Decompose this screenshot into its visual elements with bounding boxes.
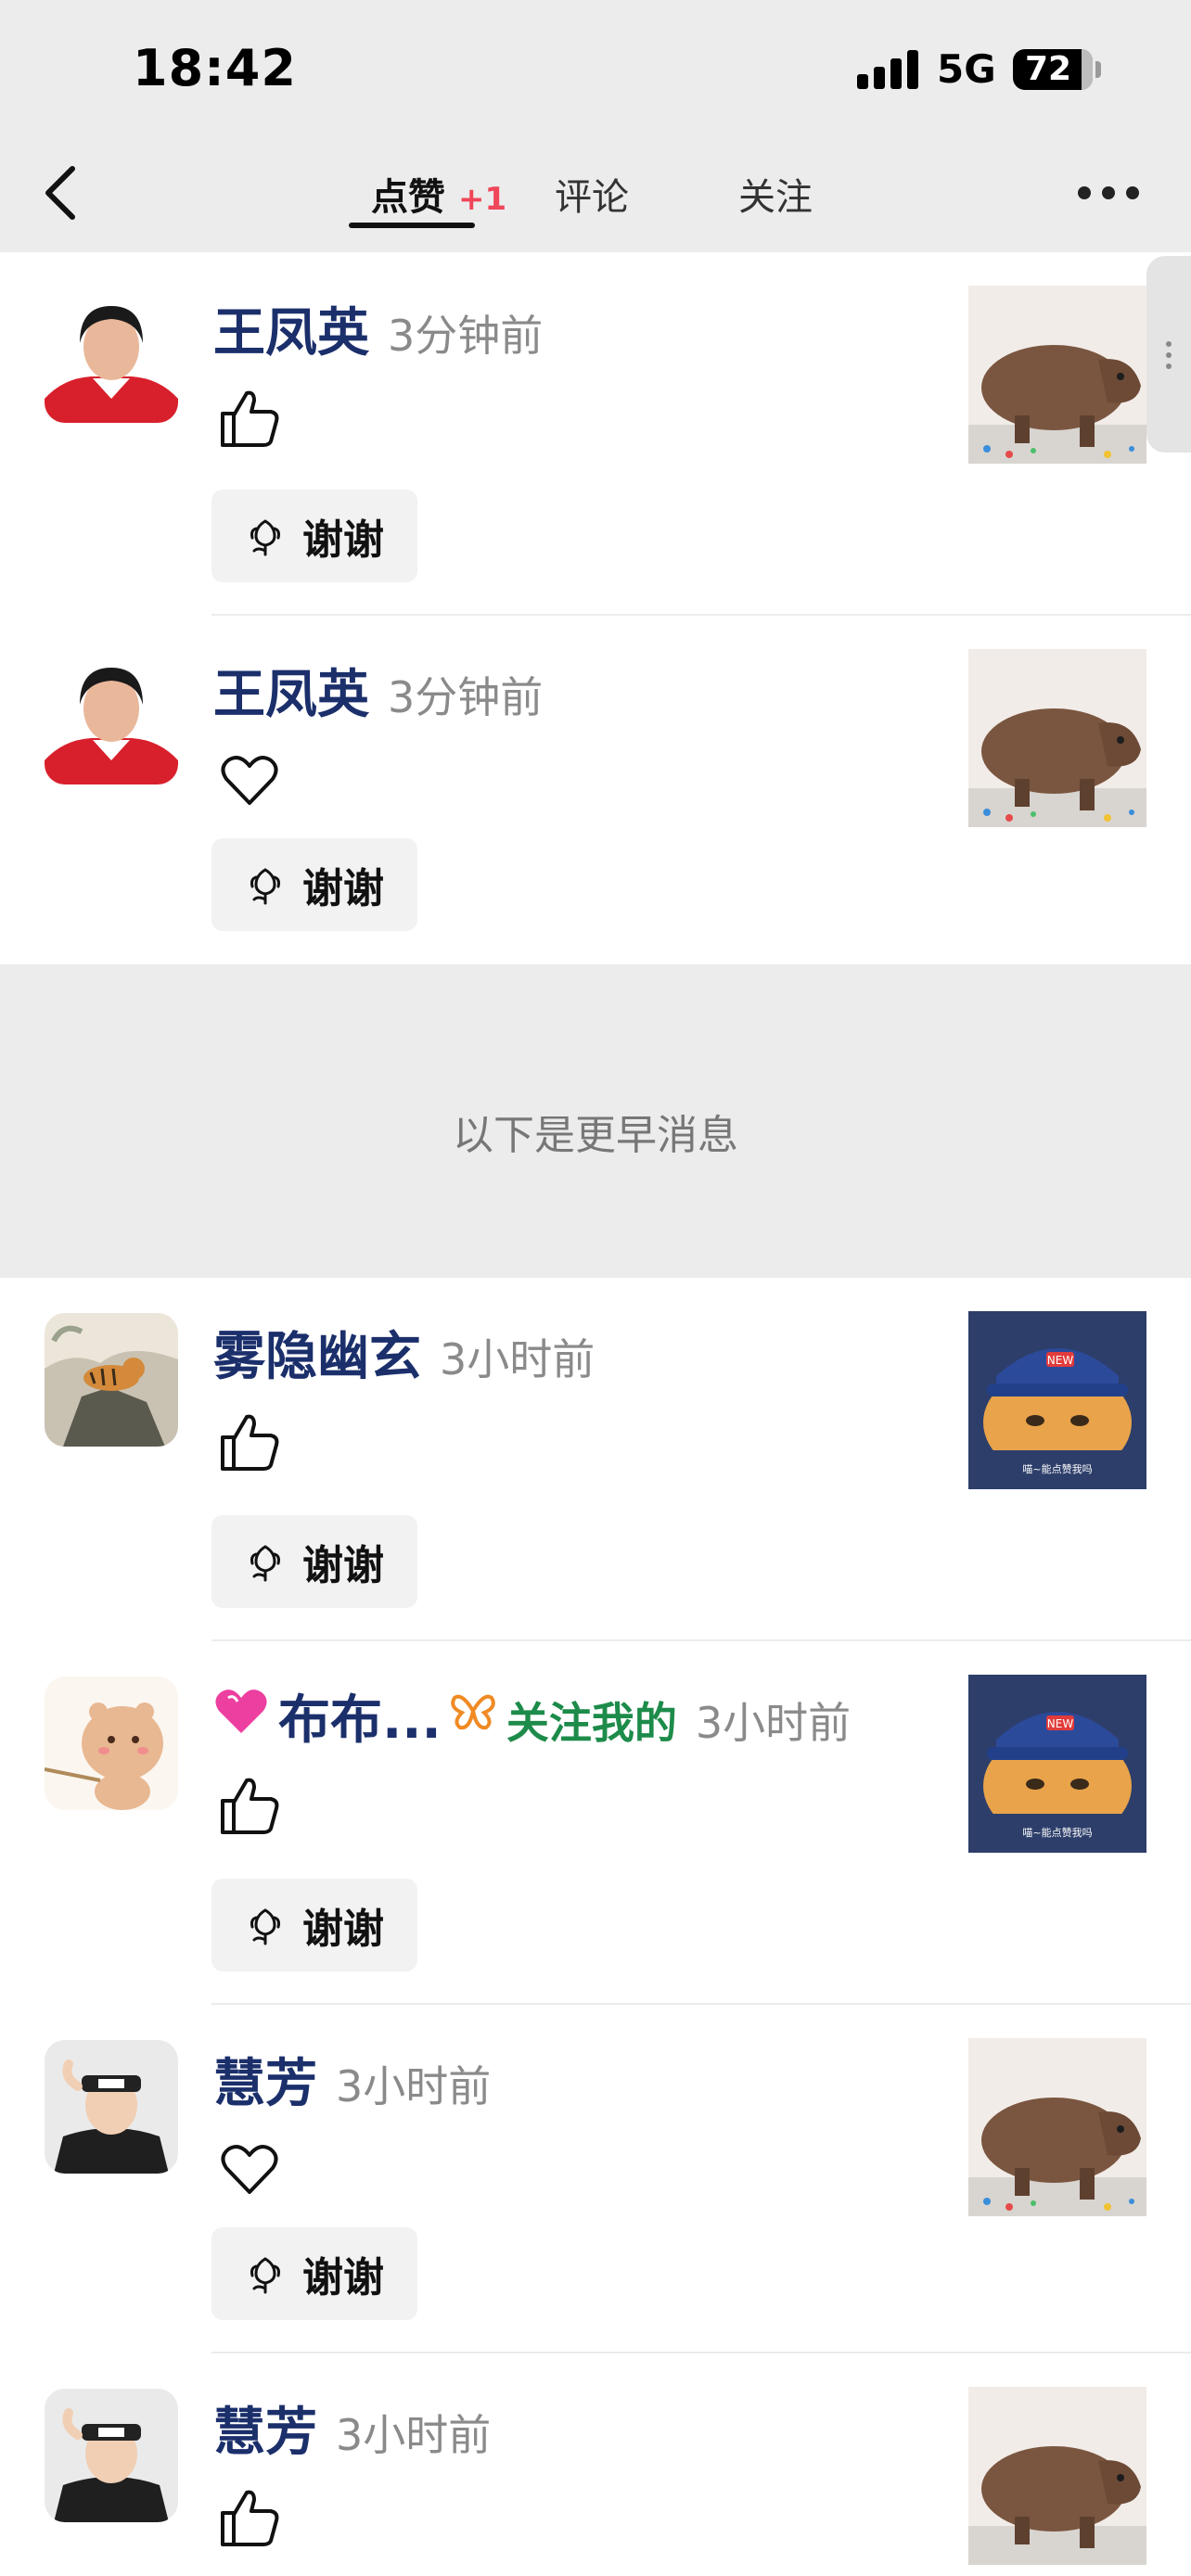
thumbs-up-icon xyxy=(217,386,282,451)
thanks-label: 谢谢 xyxy=(302,865,384,912)
user-name[interactable]: 慧芳 xyxy=(213,2042,317,2117)
flower-icon xyxy=(250,2257,280,2294)
post-thumbnail[interactable]: NEW 喵~能点赞我吗 xyxy=(968,1311,1146,1489)
battery-tip xyxy=(1095,61,1101,78)
list-item: 慧芳 3小时前 xyxy=(0,2353,1191,2576)
thanks-label: 谢谢 xyxy=(302,1906,384,1953)
time-ago: 3小时前 xyxy=(695,1698,852,1748)
thumbnail-caption: 喵~能点赞我吗 xyxy=(1022,1826,1092,1839)
time-ago: 3小时前 xyxy=(336,2061,492,2111)
battery-level: 72 xyxy=(1024,50,1072,88)
thumbs-up-icon xyxy=(217,2485,282,2550)
new-count-badge: +1 xyxy=(458,181,507,218)
flower-icon xyxy=(250,1545,280,1582)
user-line: 慧芳 3小时前 xyxy=(213,2042,491,2114)
battery-icon: 72 xyxy=(1013,49,1093,90)
user-line: 布布... 关注我的 3小时前 xyxy=(213,1678,851,1751)
user-line: 慧芳 3小时前 xyxy=(213,2391,491,2463)
avatar[interactable] xyxy=(45,1677,178,1810)
top-bar: 18:42 5G 72 点赞 +1 评论 关注 xyxy=(0,0,1191,252)
list-item: 雾隐幽玄 3小时前 谢谢 NEW 喵~能点赞我吗 xyxy=(0,1278,1191,1641)
tab-likes-label: 点赞 xyxy=(371,176,445,219)
user-name[interactable]: 雾隐幽玄 xyxy=(213,1315,421,1390)
thumbs-up-icon xyxy=(217,1773,282,1838)
thanks-button[interactable]: 谢谢 xyxy=(211,1515,417,1608)
earlier-messages-separator: 以下是更早消息 xyxy=(0,964,1191,1278)
status-time: 18:42 xyxy=(133,39,297,97)
tab-follows[interactable]: 关注 xyxy=(738,167,813,221)
separator-label: 以下是更早消息 xyxy=(453,1112,738,1159)
follows-me-tag: 关注我的 xyxy=(506,1698,677,1748)
signal-icon xyxy=(857,48,920,89)
post-thumbnail[interactable] xyxy=(968,649,1146,827)
avatar[interactable] xyxy=(45,651,178,784)
thanks-button[interactable]: 谢谢 xyxy=(211,2227,417,2320)
time-ago: 3分钟前 xyxy=(388,672,544,722)
list-item: 慧芳 3小时前 谢谢 xyxy=(0,2005,1191,2353)
cap-text: NEW xyxy=(1047,1717,1074,1730)
thumbs-up-icon xyxy=(217,1409,282,1474)
post-thumbnail[interactable] xyxy=(968,2038,1146,2216)
thanks-button[interactable]: 谢谢 xyxy=(211,490,417,582)
post-thumbnail[interactable]: NEW 喵~能点赞我吗 xyxy=(968,1675,1146,1853)
user-line: 王凤英 3分钟前 xyxy=(213,291,543,363)
avatar[interactable] xyxy=(45,2040,178,2174)
list-item: 王凤英 3分钟前 谢谢 xyxy=(0,616,1191,964)
time-ago: 3小时前 xyxy=(440,1334,596,1384)
thanks-button[interactable]: 谢谢 xyxy=(211,1879,417,1971)
butterfly-icon xyxy=(451,1694,495,1730)
thanks-label: 谢谢 xyxy=(302,2254,384,2302)
user-line: 王凤英 3分钟前 xyxy=(213,653,543,725)
user-name[interactable]: 慧芳 xyxy=(213,2391,317,2466)
user-name[interactable]: 布布... xyxy=(278,1678,442,1753)
thanks-label: 谢谢 xyxy=(302,1542,384,1589)
avatar[interactable] xyxy=(45,289,178,423)
thanks-button[interactable]: 谢谢 xyxy=(211,838,417,931)
time-ago: 3分钟前 xyxy=(388,311,544,361)
heart-icon xyxy=(217,747,282,812)
post-thumbnail[interactable] xyxy=(968,2387,1146,2565)
list-item: 王凤英 3分钟前 谢谢 xyxy=(0,252,1191,616)
tab-likes[interactable]: 点赞 +1 xyxy=(371,167,506,221)
heart-icon xyxy=(217,2136,282,2201)
thumbnail-caption: 喵~能点赞我吗 xyxy=(1022,1462,1092,1475)
tab-comments[interactable]: 评论 xyxy=(555,167,629,221)
network-type: 5G xyxy=(937,46,996,92)
flower-icon xyxy=(250,519,280,556)
cap-text: NEW xyxy=(1047,1354,1074,1367)
flower-icon xyxy=(250,868,280,905)
thanks-label: 谢谢 xyxy=(302,516,384,564)
user-line: 雾隐幽玄 3小时前 xyxy=(213,1315,595,1387)
side-drawer-handle[interactable] xyxy=(1146,256,1191,453)
active-tab-indicator xyxy=(349,223,475,228)
avatar[interactable] xyxy=(45,2389,178,2522)
user-name[interactable]: 王凤英 xyxy=(213,653,369,728)
avatar[interactable] xyxy=(45,1313,178,1447)
time-ago: 3小时前 xyxy=(336,2410,492,2460)
sparkling-heart-icon xyxy=(215,1690,267,1733)
tab-bar: 点赞 +1 评论 关注 xyxy=(0,167,1191,232)
flower-icon xyxy=(250,1908,280,1945)
list-item: 布布... 关注我的 3小时前 谢谢 NEW 喵~能点赞我吗 xyxy=(0,1641,1191,2005)
post-thumbnail[interactable] xyxy=(968,286,1146,464)
more-options-icon[interactable] xyxy=(1076,181,1141,203)
user-name[interactable]: 王凤英 xyxy=(213,291,369,366)
